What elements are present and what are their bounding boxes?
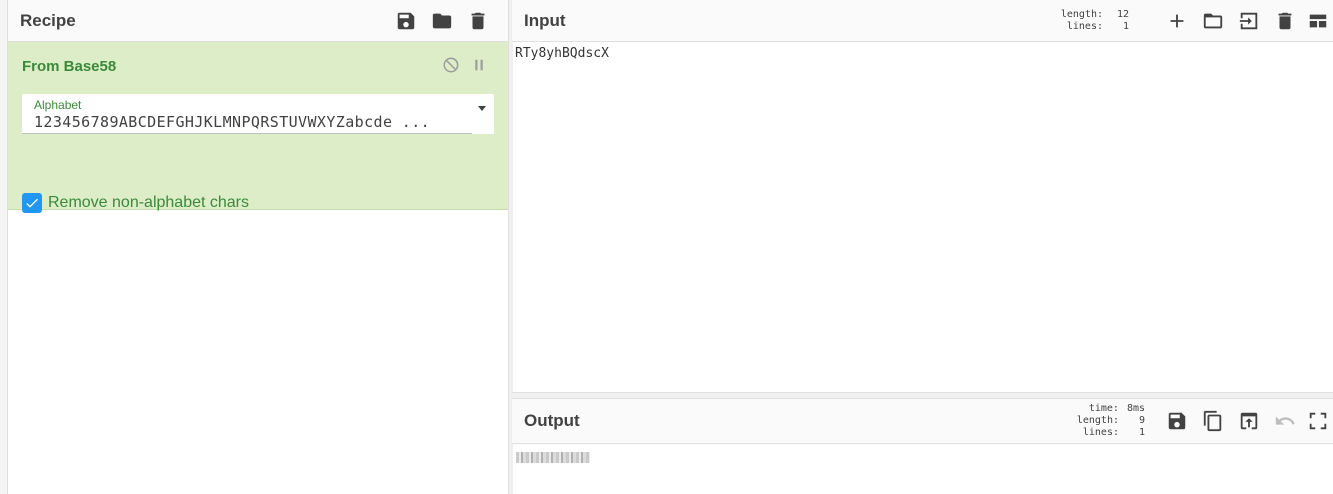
stat-value: 12 [1116,8,1129,20]
open-file-input-icon[interactable] [1231,3,1267,39]
load-recipe-folder-icon[interactable] [424,3,460,39]
add-tab-plus-icon[interactable] [1159,3,1195,39]
open-folder-icon[interactable] [1195,3,1231,39]
clear-input-trash-icon[interactable] [1267,3,1303,39]
input-title: Input [524,10,566,30]
stat-key: time: [1088,403,1119,414]
checkbox-checked-icon[interactable] [22,193,42,213]
recipe-header: Recipe [8,0,508,42]
save-output-icon[interactable] [1159,403,1195,439]
clear-recipe-trash-icon[interactable] [460,3,496,39]
save-recipe-icon[interactable] [388,3,424,39]
input-toolbar [1159,3,1333,39]
remove-non-alphabet-option[interactable]: Remove non-alphabet chars [22,193,249,213]
maximise-output-icon[interactable] [1303,403,1333,439]
undo-icon[interactable] [1267,403,1303,439]
copy-output-icon[interactable] [1195,403,1231,439]
stat-key: lines: [1066,20,1103,32]
left-edge-gutter [0,0,8,494]
output-toolbar [1159,403,1333,439]
output-header: Output time: 8ms length: 9 lines: 1 [512,399,1333,444]
replace-input-with-output-icon[interactable] [1231,403,1267,439]
stat-value: 8ms [1126,403,1145,414]
output-pane: Output time: 8ms length: 9 lines: 1 [512,399,1333,494]
checkbox-label: Remove non-alphabet chars [48,194,250,211]
stat-value: 1 [1122,20,1129,32]
stat-value: 9 [1138,415,1145,426]
output-text-redacted[interactable] [516,452,590,463]
stat-value: 1 [1138,427,1145,438]
pause-breakpoint-icon[interactable] [470,56,488,74]
chevron-down-icon[interactable] [478,106,486,111]
input-pane: Input length: 12 lines: 1 RTy8yhBQdscX [512,0,1333,392]
input-header: Input length: 12 lines: 1 [512,0,1333,42]
reset-layout-icon[interactable] [1303,3,1333,39]
output-stats: time: 8ms length: 9 lines: 1 [1077,403,1145,439]
output-title: Output [524,411,580,430]
input-stats: length: 12 lines: 1 [1061,9,1129,33]
alphabet-value[interactable]: 123456789ABCDEFGHJKLMNPQRSTUVWXYZabcde .… [34,113,430,131]
recipe-pane: Recipe From Base58 Alphabet 123456789ABC… [8,0,508,494]
recipe-toolbar [388,3,496,39]
disable-operation-icon[interactable] [442,56,460,74]
stat-key: length: [1060,8,1103,20]
input-text-area[interactable]: RTy8yhBQdscX [512,42,1333,65]
operation-title: From Base58 [22,58,117,75]
recipe-title: Recipe [20,10,76,30]
stat-key: length: [1076,415,1119,426]
alphabet-label: Alphabet [34,98,82,112]
alphabet-field[interactable]: Alphabet 123456789ABCDEFGHJKLMNPQRSTUVWX… [22,94,494,134]
stat-key: lines: [1082,427,1119,438]
alphabet-underline [22,133,472,134]
operation-from-base58[interactable]: From Base58 Alphabet 123456789ABCDEFGHJK… [8,42,508,213]
horizontal-resize-handle[interactable] [512,392,1333,399]
